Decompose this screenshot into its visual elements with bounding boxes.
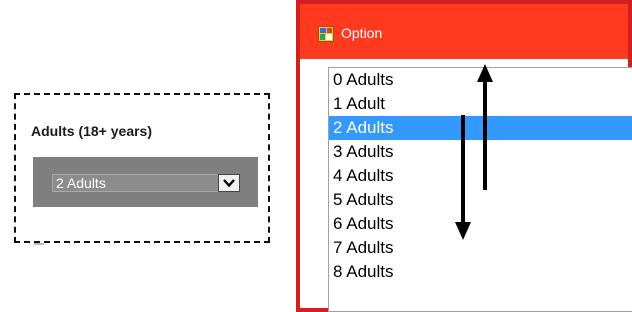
list-item[interactable]: 3 Adults — [329, 140, 632, 164]
dialog-title: Option — [341, 25, 383, 41]
adults-listbox[interactable]: 0 Adults 1 Adult 2 Adults 3 Adults 4 Adults 5… — [328, 67, 632, 312]
app-window-icon — [318, 26, 334, 42]
list-item[interactable]: 5 Adults — [329, 188, 632, 212]
list-item[interactable]: 0 Adults — [329, 68, 632, 92]
option-dialog: Option 0 Adults 1 Adult 2 Adults 3 Adults 4 … — [296, 0, 632, 312]
list-item[interactable]: 7 Adults — [329, 236, 632, 260]
adults-select[interactable]: 2 Adults — [52, 174, 240, 192]
list-item[interactable]: 6 Adults — [329, 212, 632, 236]
list-item[interactable]: 4 Adults — [329, 164, 632, 188]
stray-mark — [34, 243, 44, 245]
list-item[interactable]: 2 Adults — [329, 116, 632, 140]
select-value: 2 Adults — [56, 175, 106, 191]
list-item[interactable]: 8 Adults — [329, 260, 632, 284]
dropdown-container: 2 Adults — [33, 157, 258, 207]
list-item[interactable]: 1 Adult — [329, 92, 632, 116]
dropdown-annotation-box: Adults (18+ years) 2 Adults — [14, 93, 270, 245]
adults-label: Adults (18+ years) — [31, 123, 152, 139]
chevron-down-icon[interactable] — [218, 174, 240, 192]
dialog-titlebar[interactable]: Option — [300, 4, 628, 59]
